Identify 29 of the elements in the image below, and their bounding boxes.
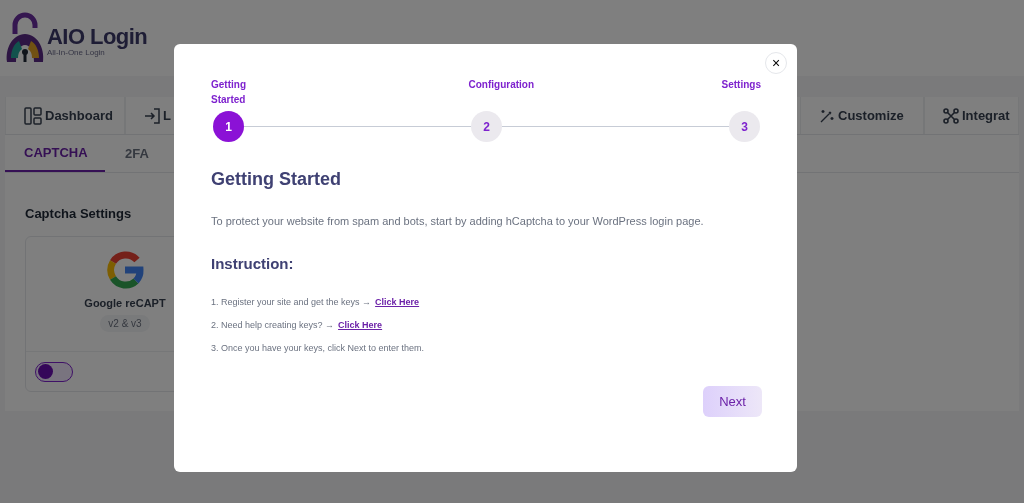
click-here-link[interactable]: Click Here — [375, 296, 420, 310]
instruction-text: 3. Once you have your keys, click Next to enter them. — [211, 342, 425, 356]
nav-tab[interactable]: Customize — [800, 97, 924, 134]
magic-wand-icon — [819, 107, 835, 124]
google-logo-icon — [106, 250, 144, 289]
intro-text: To protect your website from spam and bots, start by adding hCaptcha to your WordPress login page. — [211, 214, 705, 229]
step-label: Configuration — [468, 78, 535, 92]
step-label: Getting Started — [211, 78, 247, 107]
modal-heading: Getting Started — [211, 168, 342, 191]
instruction-heading: Instruction: — [211, 253, 295, 274]
brand-name: AIO Login — [47, 25, 148, 48]
provider-name: Google reCAPT — [84, 295, 166, 311]
step-label: Settings — [721, 78, 761, 92]
version-badge: v2 & v3 — [100, 315, 150, 332]
click-here-link[interactable]: Click Here — [338, 319, 383, 333]
sub-tab[interactable]: 2FA — [105, 135, 169, 172]
instruction-text: 1. Register your site and get the keys → — [211, 296, 372, 310]
dashboard-icon — [24, 106, 42, 125]
login-icon — [144, 107, 160, 124]
toggle-switch[interactable] — [35, 361, 73, 382]
brand-tagline: All-In-One Login — [47, 48, 105, 57]
sub-tab[interactable]: CAPTCHA — [5, 135, 105, 172]
nav-tab[interactable]: Dashboard — [5, 97, 125, 134]
nav-tab[interactable]: Integrat — [924, 97, 1019, 134]
network-icon — [943, 107, 959, 124]
instruction-text: 2. Need help creating keys? → — [211, 319, 335, 333]
section-title: Captcha Settings — [25, 205, 132, 223]
lock-logo-icon — [5, 12, 45, 64]
next-button[interactable]: Next — [703, 386, 762, 417]
